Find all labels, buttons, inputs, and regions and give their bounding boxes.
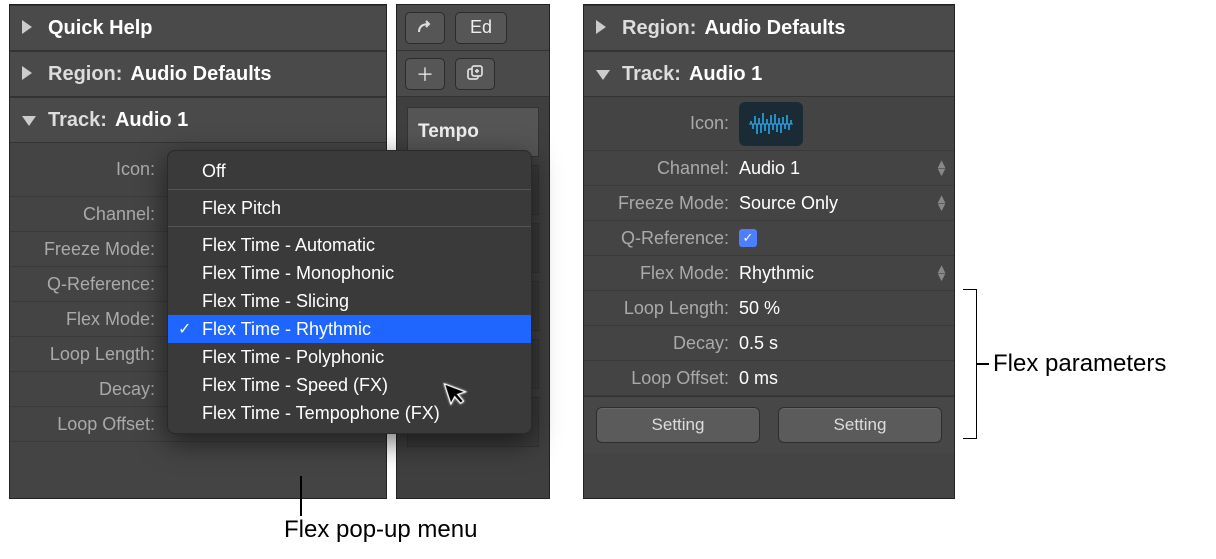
loopoff-value: 0 ms [739, 368, 778, 389]
menu-item-label: Flex Time - Rhythmic [202, 319, 371, 340]
disclosure-down-icon [22, 109, 40, 132]
qref-label: Q-Reference: [10, 274, 165, 295]
loopoff-label: Loop Offset: [584, 368, 739, 389]
toolbar-row2: ＋ [397, 51, 549, 97]
icon-label: Icon: [584, 113, 739, 134]
channel-label: Channel: [584, 158, 739, 179]
menu-separator [168, 226, 531, 227]
track-params-right: Icon: Channel: Audio 1 ▲▼ Freeze Mode: S… [584, 97, 954, 396]
menu-item-monophonic[interactable]: Flex Time - Monophonic [168, 259, 531, 287]
inspector-right: Region: Audio Defaults Track: Audio 1 Ic… [583, 4, 955, 499]
edit-button[interactable]: Ed [455, 12, 507, 44]
duplicate-button[interactable] [455, 58, 495, 90]
row-flexmode[interactable]: Flex Mode: Rhythmic ▲▼ [584, 256, 954, 291]
menu-item-tempophone[interactable]: Flex Time - Tempophone (FX) [168, 399, 531, 427]
back-curve-button[interactable] [405, 12, 445, 44]
stepper-icon[interactable]: ▲▼ [935, 265, 948, 281]
qref-label: Q-Reference: [584, 228, 739, 249]
channel-label: Channel: [10, 204, 165, 225]
setting-button[interactable]: Setting [596, 407, 760, 443]
disclosure-right-icon [596, 17, 614, 40]
track-value: Audio 1 [115, 109, 188, 132]
region-label: Region: [622, 17, 696, 40]
icon-label: Icon: [10, 159, 165, 180]
waveform-icon [749, 111, 793, 137]
callout-popup: Flex pop-up menu [284, 516, 477, 544]
region-value: Audio Defaults [130, 63, 271, 86]
add-button[interactable]: ＋ [405, 58, 445, 90]
qref-checkbox[interactable]: ✓ [739, 229, 757, 247]
row-loopoff[interactable]: Loop Offset: 0 ms [584, 361, 954, 396]
setting-button[interactable]: Setting [778, 407, 942, 443]
freeze-label: Freeze Mode: [10, 239, 165, 260]
check-icon: ✓ [178, 319, 191, 339]
callout-text: Flex pop-up menu [284, 516, 477, 544]
duplicate-icon [465, 64, 485, 84]
track-section[interactable]: Track: Audio 1 [10, 97, 386, 143]
plus-icon: ＋ [416, 61, 434, 87]
callout-bracket [963, 289, 977, 439]
row-freeze[interactable]: Freeze Mode: Source Only ▲▼ [584, 186, 954, 221]
callout-text: Flex parameters [993, 350, 1166, 378]
flex-value: Rhythmic [739, 263, 814, 284]
callout-params: Flex parameters [993, 350, 1166, 378]
row-looplen[interactable]: Loop Length: 50 % [584, 291, 954, 326]
disclosure-right-icon [22, 17, 40, 40]
quick-help-title: Quick Help [48, 17, 152, 40]
region-section[interactable]: Region: Audio Defaults [584, 5, 954, 51]
callout-line [977, 363, 989, 365]
looplen-label: Loop Length: [10, 344, 165, 365]
decay-label: Decay: [10, 379, 165, 400]
loopoff-label: Loop Offset: [10, 414, 165, 435]
region-section[interactable]: Region: Audio Defaults [10, 51, 386, 97]
flex-popup-menu[interactable]: Off Flex Pitch Flex Time - Automatic Fle… [167, 150, 532, 434]
track-label: Track: [48, 109, 107, 132]
disclosure-down-icon [596, 63, 614, 86]
menu-item-speed[interactable]: Flex Time - Speed (FX) [168, 371, 531, 399]
menu-separator [168, 189, 531, 190]
decay-value: 0.5 s [739, 333, 778, 354]
toolbar-row1: Ed [397, 5, 549, 51]
region-label: Region: [48, 63, 122, 86]
menu-item-automatic[interactable]: Flex Time - Automatic [168, 231, 531, 259]
decay-label: Decay: [584, 333, 739, 354]
track-label: Track: [622, 63, 681, 86]
quick-help-section[interactable]: Quick Help [10, 5, 386, 51]
menu-item-flex-pitch[interactable]: Flex Pitch [168, 194, 531, 222]
looplen-label: Loop Length: [584, 298, 739, 319]
freeze-value: Source Only [739, 193, 838, 214]
menu-item-off[interactable]: Off [168, 157, 531, 185]
track-section[interactable]: Track: Audio 1 [584, 51, 954, 97]
tempo-label: Tempo [418, 121, 479, 143]
menu-item-rhythmic[interactable]: ✓ Flex Time - Rhythmic [168, 315, 531, 343]
callout-line [300, 476, 302, 516]
settings-row: Setting Setting [584, 396, 954, 453]
row-icon[interactable]: Icon: [584, 97, 954, 151]
row-channel[interactable]: Channel: Audio 1 ▲▼ [584, 151, 954, 186]
track-icon-chip[interactable] [739, 102, 803, 146]
row-qref[interactable]: Q-Reference: ✓ [584, 221, 954, 256]
region-value: Audio Defaults [704, 17, 845, 40]
looplen-value: 50 % [739, 298, 780, 319]
menu-item-slicing[interactable]: Flex Time - Slicing [168, 287, 531, 315]
stepper-icon[interactable]: ▲▼ [935, 195, 948, 211]
channel-value: Audio 1 [739, 158, 800, 179]
row-decay[interactable]: Decay: 0.5 s [584, 326, 954, 361]
stepper-icon[interactable]: ▲▼ [935, 160, 948, 176]
flex-label: Flex Mode: [584, 263, 739, 284]
menu-item-polyphonic[interactable]: Flex Time - Polyphonic [168, 343, 531, 371]
flex-label: Flex Mode: [10, 309, 165, 330]
disclosure-right-icon [22, 63, 40, 86]
freeze-label: Freeze Mode: [584, 193, 739, 214]
track-value: Audio 1 [689, 63, 762, 86]
